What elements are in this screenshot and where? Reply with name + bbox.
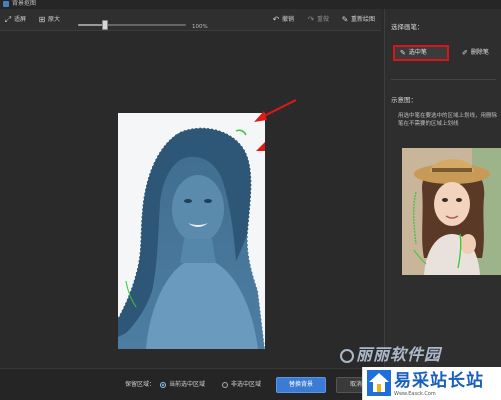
site-name: 易采站长站 [394, 371, 484, 391]
radio-dot [160, 382, 166, 388]
brand-logo-icon [340, 348, 354, 363]
redo-button[interactable]: ↷ 重做 [307, 15, 329, 25]
zoom-readout: 100% [192, 24, 208, 30]
select-pen-label: 选中笔 [408, 49, 427, 56]
redraw-label: 重新绘图 [351, 16, 376, 23]
redo-label: 重做 [317, 16, 330, 23]
panel-divider [391, 79, 496, 80]
delete-pen-button[interactable]: ✐ 删除笔 [457, 45, 499, 61]
edit-photo[interactable] [118, 113, 265, 349]
window-title: 背景抠图 [12, 0, 37, 7]
site-watermark: 易采站长站 Www.Easck.Com [362, 367, 501, 400]
site-url: Www.Easck.Com [394, 391, 436, 397]
app-icon [3, 1, 9, 7]
fit-screen-label: 适屏 [14, 16, 27, 23]
toolbar: ⤢ 适屏 ⊞ 原大 100% ↶ 撤销 ↷ 重做 ✎ 重新绘图 [0, 9, 381, 31]
undo-button[interactable]: ↶ 撤销 [272, 15, 294, 25]
redo-icon: ↷ [307, 15, 315, 24]
replace-background-button[interactable]: 替换背景 [276, 377, 326, 393]
zoom-slider[interactable] [78, 20, 186, 30]
canvas-area[interactable] [0, 31, 381, 368]
undo-icon: ↶ [272, 15, 280, 24]
keep-unselected-radio[interactable]: 非选中区域 [222, 381, 261, 389]
example-image [402, 148, 501, 275]
radio-dot [222, 382, 228, 388]
arrow-annotation [254, 99, 297, 122]
redraw-icon: ✎ [341, 15, 349, 24]
pen-icon: ✎ [400, 49, 406, 57]
original-size-icon: ⊞ [38, 15, 46, 24]
usage-hint: 用选中笔在要选中的区域上划线，用删除笔在不需要的区域上划线 [398, 113, 498, 127]
photo-illustration [118, 113, 265, 349]
select-pen-button[interactable]: ✎ 选中笔 [393, 45, 449, 61]
brand-watermark: 丽丽软件园 [340, 344, 500, 366]
zoom-slider-thumb[interactable] [102, 20, 108, 30]
fit-screen-button[interactable]: ⤢ 适屏 [4, 15, 26, 25]
keep-selected-radio[interactable]: 当前选中区域 [160, 381, 205, 389]
original-size-label: 原大 [48, 16, 61, 23]
site-logo-icon [367, 370, 391, 396]
brand-watermark-text: 丽丽软件园 [356, 345, 442, 364]
eraser-pen-icon: ✐ [462, 49, 468, 57]
original-size-button[interactable]: ⊞ 原大 [38, 15, 60, 25]
example-illustration [402, 148, 501, 275]
choose-pen-heading: 选择画笔： [391, 23, 424, 31]
pen-panel: 选择画笔： ✎ 选中笔 ✐ 删除笔 示意图： 用选中笔在要选中的区域上划线，用删… [384, 9, 501, 368]
zoom-slider-fill [78, 24, 105, 26]
keep-unselected-label: 非选中区域 [231, 381, 262, 388]
undo-label: 撤销 [282, 16, 295, 23]
keep-selected-label: 当前选中区域 [169, 381, 206, 388]
redraw-button[interactable]: ✎ 重新绘图 [341, 15, 375, 25]
keep-area-label: 保留区域： [125, 381, 156, 388]
fit-screen-icon: ⤢ [4, 15, 12, 24]
delete-pen-label: 删除笔 [470, 49, 489, 56]
title-bar: 背景抠图 [0, 0, 501, 9]
example-heading: 示意图： [391, 96, 417, 104]
